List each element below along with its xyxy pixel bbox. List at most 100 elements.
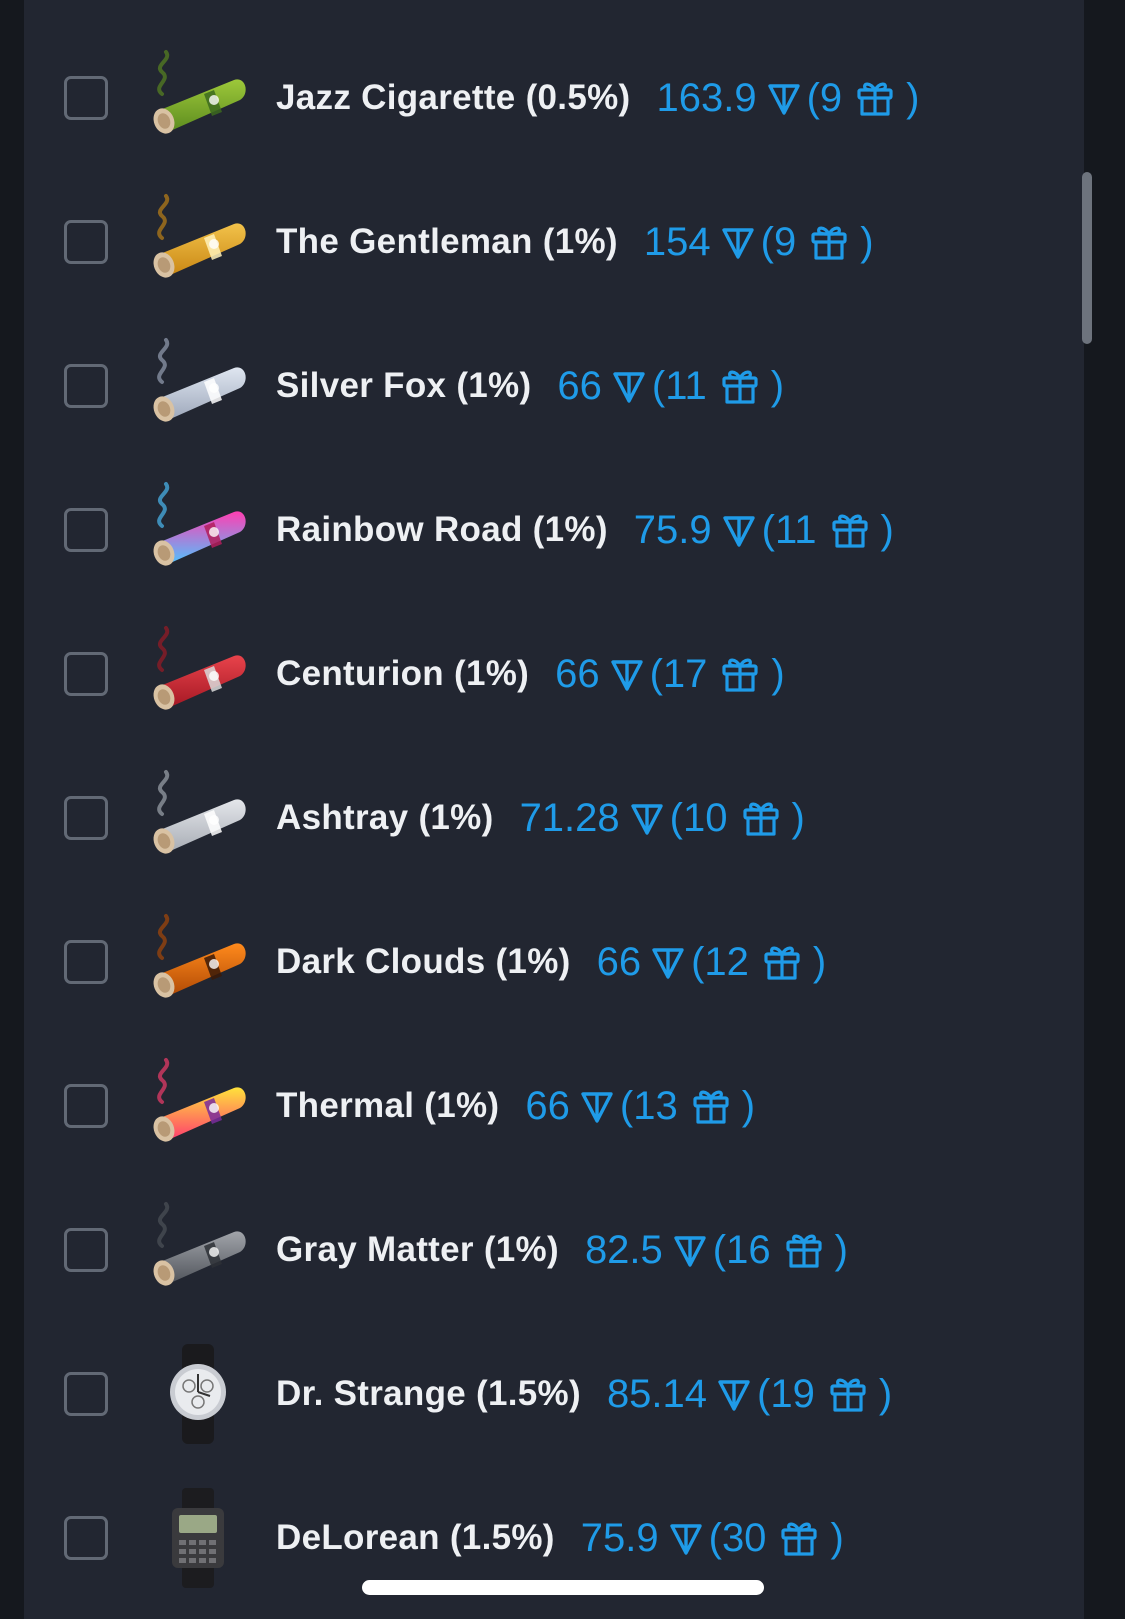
gift-count: 17 (662, 651, 708, 696)
gift-count: 19 (770, 1371, 815, 1416)
list-item: Jazz Cigarette (0.5%) 163.9 (9 ) (24, 26, 1084, 170)
gift-icon (856, 79, 894, 117)
gift-count: 9 (773, 219, 797, 264)
cigar-gold-icon (142, 192, 252, 292)
item-name: Dr. Strange (1.5%) (276, 1374, 581, 1413)
gift-icon (810, 223, 848, 261)
item-price: 66 (17 ) (555, 651, 785, 696)
gift-icon (721, 655, 759, 693)
watch-analog-icon (142, 1344, 252, 1444)
gift-count: 11 (665, 363, 707, 408)
item-price: 163.9 (9 ) (656, 75, 920, 120)
cigar-orange-icon (142, 912, 252, 1012)
list-item: Rainbow Road (1%) 75.9 (11 ) (24, 458, 1084, 602)
ton-icon (722, 513, 756, 547)
cigar-gray-icon (142, 768, 252, 868)
gift-icon (742, 799, 780, 837)
item-checkbox[interactable] (64, 1228, 108, 1272)
item-name: Thermal (1%) (276, 1086, 500, 1125)
gift-count: 10 (683, 795, 728, 840)
list-item: Thermal (1%) 66 (13 ) (24, 1034, 1084, 1178)
gift-count: 13 (633, 1083, 678, 1128)
price-value: 66 (557, 363, 602, 408)
item-name: Ashtray (1%) (276, 798, 494, 837)
ton-icon (630, 801, 664, 835)
list-item: The Gentleman (1%) 154 (9 ) (24, 170, 1084, 314)
item-checkbox[interactable] (64, 364, 108, 408)
price-value: 85.14 (606, 1371, 708, 1416)
item-checkbox[interactable] (64, 652, 108, 696)
item-name: Rainbow Road (1%) (276, 510, 608, 549)
gift-list-panel: Jazz Cigarette (0.5%) 163.9 (9 ) The Gen… (24, 0, 1092, 1619)
item-price: 85.14 (19 ) (606, 1371, 893, 1416)
list-item: Dark Clouds (1%) 66 (12 ) (24, 890, 1084, 1034)
cigar-dark-gray-icon (142, 1200, 252, 1300)
gift-icon (763, 943, 801, 981)
scrollbar[interactable] (1082, 172, 1092, 344)
item-price: 82.5 (16 ) (584, 1227, 848, 1272)
cigar-thermal-icon (142, 1056, 252, 1156)
home-indicator (362, 1580, 764, 1595)
item-checkbox[interactable] (64, 1516, 108, 1560)
price-value: 75.9 (580, 1515, 659, 1560)
gift-count: 11 (774, 507, 817, 552)
gift-count: 12 (704, 939, 749, 984)
item-checkbox[interactable] (64, 220, 108, 264)
gift-icon (780, 1519, 818, 1557)
price-value: 82.5 (584, 1227, 663, 1272)
item-price: 75.9 (30 ) (580, 1515, 844, 1560)
cigar-silver-icon (142, 336, 252, 436)
item-price: 71.28 (10 ) (519, 795, 805, 840)
item-name: Jazz Cigarette (0.5%) (276, 78, 631, 117)
item-name: DeLorean (1.5%) (276, 1518, 555, 1557)
list-item: Centurion (1%) 66 (17 ) (24, 602, 1084, 746)
ton-icon (610, 657, 644, 691)
item-name: Silver Fox (1%) (276, 366, 532, 405)
item-name: Gray Matter (1%) (276, 1230, 559, 1269)
gift-icon (831, 511, 869, 549)
item-checkbox[interactable] (64, 76, 108, 120)
ton-icon (717, 1377, 751, 1411)
price-value: 163.9 (656, 75, 757, 120)
item-price: 66 (12 ) (596, 939, 827, 984)
gift-count: 30 (721, 1515, 767, 1560)
cigar-red-icon (142, 624, 252, 724)
watch-digital-icon (142, 1488, 252, 1588)
ton-icon (580, 1089, 614, 1123)
item-checkbox[interactable] (64, 1084, 108, 1128)
item-checkbox[interactable] (64, 940, 108, 984)
list-item: Silver Fox (1%) 66 (11 ) (24, 314, 1084, 458)
list-item: Ashtray (1%) 71.28 (10 ) (24, 746, 1084, 890)
item-price: 66 (13 ) (525, 1083, 756, 1128)
gift-count: 9 (819, 75, 843, 120)
item-name: Centurion (1%) (276, 654, 530, 693)
gift-icon (785, 1231, 823, 1269)
price-value: 66 (596, 939, 642, 984)
item-checkbox[interactable] (64, 796, 108, 840)
list-item: Gray Matter (1%) 82.5 (16 ) (24, 1178, 1084, 1322)
item-price: 66 (11 ) (557, 363, 785, 408)
gift-list: Jazz Cigarette (0.5%) 163.9 (9 ) The Gen… (24, 26, 1084, 1610)
item-price: 75.9 (11 ) (633, 507, 894, 552)
item-checkbox[interactable] (64, 1372, 108, 1416)
ton-icon (721, 225, 755, 259)
ton-icon (612, 369, 646, 403)
price-value: 71.28 (519, 795, 620, 840)
gift-icon (721, 367, 759, 405)
cigar-rainbow-icon (142, 480, 252, 580)
item-checkbox[interactable] (64, 508, 108, 552)
gift-icon (692, 1087, 730, 1125)
ton-icon (669, 1521, 703, 1555)
item-price: 154 (9 ) (643, 219, 874, 264)
price-value: 154 (643, 219, 711, 264)
cigar-green-icon (142, 48, 252, 148)
ton-icon (767, 81, 801, 115)
item-name: The Gentleman (1%) (276, 222, 618, 261)
list-item: Dr. Strange (1.5%) 85.14 (19 ) (24, 1322, 1084, 1466)
price-value: 66 (555, 651, 600, 696)
gift-icon (829, 1375, 867, 1413)
price-value: 75.9 (633, 507, 712, 552)
ton-icon (651, 945, 685, 979)
item-name: Dark Clouds (1%) (276, 942, 571, 981)
gift-count: 16 (726, 1227, 771, 1272)
